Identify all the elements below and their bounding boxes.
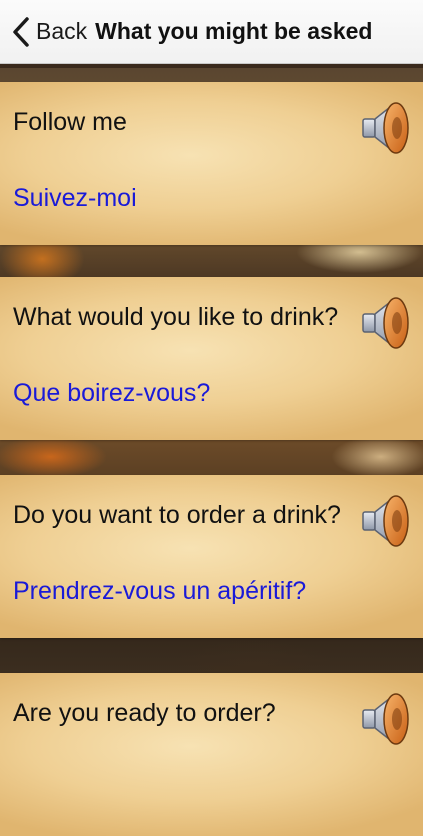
back-label: Back	[36, 18, 88, 44]
speaker-icon[interactable]	[360, 689, 412, 749]
phrase-card[interactable]: What would you like to drink? Que boirez…	[0, 277, 423, 440]
phrase-card[interactable]: Are you ready to order?	[0, 673, 423, 836]
french-phrase: Prendrez-vous un apéritif?	[13, 577, 307, 605]
back-button[interactable]: Back	[10, 12, 87, 52]
phrase-card[interactable]: Do you want to order a drink? Prendrez-v…	[0, 475, 423, 638]
navigation-bar: Back What you might be asked	[0, 0, 423, 64]
french-phrase: Que boirez-vous?	[13, 379, 211, 407]
english-phrase: Are you ready to order?	[13, 699, 276, 727]
phrase-card[interactable]: Follow me Suivez-moi	[0, 82, 423, 245]
french-phrase: Suivez-moi	[13, 184, 137, 212]
speaker-icon[interactable]	[360, 98, 412, 158]
speaker-icon[interactable]	[360, 293, 412, 353]
english-phrase: Do you want to order a drink?	[13, 501, 341, 529]
chevron-left-icon	[13, 16, 29, 47]
english-phrase: Follow me	[13, 108, 127, 136]
english-phrase: What would you like to drink?	[13, 303, 339, 331]
speaker-icon[interactable]	[360, 491, 412, 551]
page-title: What you might be asked	[95, 18, 373, 44]
